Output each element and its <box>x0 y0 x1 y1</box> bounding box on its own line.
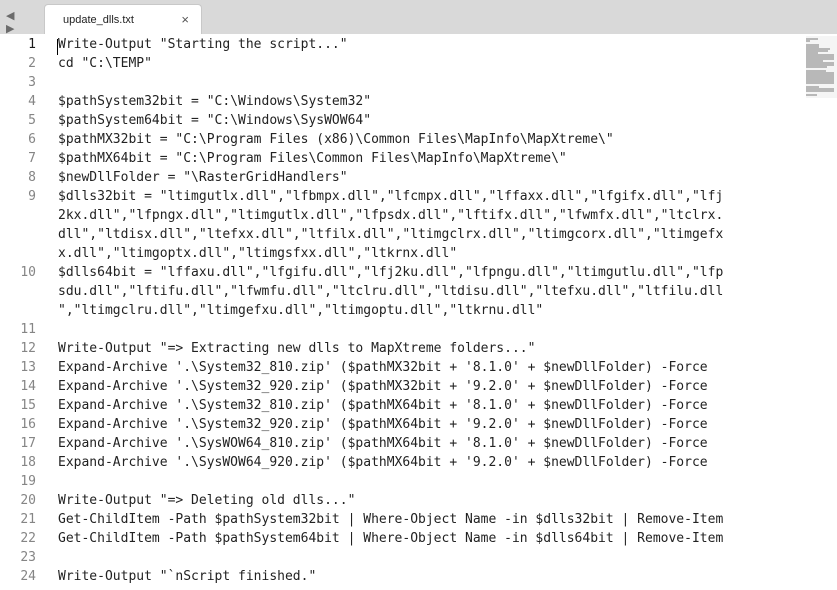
code-line[interactable]: $pathSystem32bit = "C:\Windows\System32" <box>58 92 371 111</box>
code-line[interactable]: Expand-Archive '.\SysWOW64_920.zip' ($pa… <box>58 453 708 472</box>
line-number: 8 <box>28 170 36 185</box>
line-number: 24 <box>20 569 36 584</box>
line-number: 11 <box>20 322 36 337</box>
line-number: 6 <box>28 132 36 147</box>
minimap-line <box>806 90 834 92</box>
line-number <box>0 282 36 301</box>
line-number: 7 <box>28 151 36 166</box>
line-number-gutter: 1 2 3 4 5 6 7 8 9 10 11 12 13 14 15 16 17 18 19 20 21 22 23 24 <box>0 34 48 590</box>
minimap-line <box>806 40 810 42</box>
tab-update-dlls[interactable]: update_dlls.txt × <box>44 4 202 34</box>
minimap[interactable] <box>806 38 836 96</box>
code-line[interactable]: Get-ChildItem -Path $pathSystem64bit | W… <box>58 529 723 548</box>
line-number: 18 <box>20 455 36 470</box>
tab-bar: ◀ ▶ update_dlls.txt × <box>0 0 837 35</box>
code-line[interactable]: $pathMX64bit = "C:\Program Files\Common … <box>58 149 567 168</box>
minimap-line <box>806 82 834 84</box>
minimap-line <box>806 66 827 68</box>
text-caret <box>57 39 58 55</box>
line-number: 16 <box>20 417 36 432</box>
line-number: 20 <box>20 493 36 508</box>
code-line[interactable]: x.dll","ltimgoptx.dll","ltimgsfxx.dll","… <box>58 244 457 263</box>
code-line[interactable]: $dlls32bit = "ltimgutlx.dll","lfbmpx.dll… <box>58 187 723 206</box>
code-line[interactable]: Expand-Archive '.\System32_810.zip' ($pa… <box>58 396 708 415</box>
tab-nav-arrows[interactable]: ◀ ▶ <box>6 9 32 35</box>
line-number: 23 <box>20 550 36 565</box>
line-number: 19 <box>20 474 36 489</box>
code-line[interactable]: $pathMX32bit = "C:\Program Files (x86)\C… <box>58 130 614 149</box>
line-number: 17 <box>20 436 36 451</box>
code-line[interactable]: Write-Output "=> Extracting new dlls to … <box>58 339 535 358</box>
tab-label: update_dlls.txt <box>63 14 134 26</box>
code-line[interactable]: Write-Output "=> Deleting old dlls..." <box>58 491 355 510</box>
line-number: 21 <box>20 512 36 527</box>
line-number: 14 <box>20 379 36 394</box>
code-line[interactable]: $pathSystem64bit = "C:\Windows\SysWOW64" <box>58 111 371 130</box>
line-number: 5 <box>28 113 36 128</box>
line-number: 12 <box>20 341 36 356</box>
minimap-line <box>806 94 817 96</box>
code-line[interactable]: Expand-Archive '.\System32_920.zip' ($pa… <box>58 415 708 434</box>
code-line[interactable]: Write-Output "Starting the script..." <box>58 35 348 54</box>
code-line[interactable]: cd "C:\TEMP" <box>58 54 152 73</box>
line-number: 4 <box>28 94 36 109</box>
line-number: 15 <box>20 398 36 413</box>
code-line[interactable]: Expand-Archive '.\System32_810.zip' ($pa… <box>58 358 708 377</box>
code-line[interactable]: Expand-Archive '.\SysWOW64_810.zip' ($pa… <box>58 434 708 453</box>
line-number <box>0 225 36 244</box>
line-number <box>0 244 36 263</box>
line-number <box>0 206 36 225</box>
line-number <box>0 301 36 320</box>
code-line[interactable]: sdu.dll","lftifu.dll","lfwmfu.dll","ltcl… <box>58 282 723 301</box>
code-line[interactable]: $newDllFolder = "\RasterGridHandlers" <box>58 168 348 187</box>
line-number: 10 <box>20 265 36 280</box>
code-line[interactable]: Get-ChildItem -Path $pathSystem32bit | W… <box>58 510 723 529</box>
code-line[interactable]: ","ltimgclru.dll","ltimgefxu.dll","ltimg… <box>58 301 543 320</box>
code-editor[interactable]: 1 2 3 4 5 6 7 8 9 10 11 12 13 14 15 16 17 18 19 20 21 22 23 24 … <box>0 34 837 590</box>
code-line[interactable]: Expand-Archive '.\System32_920.zip' ($pa… <box>58 377 708 396</box>
line-number: 2 <box>28 56 36 71</box>
line-number: 9 <box>28 189 36 204</box>
code-line[interactable]: 2kx.dll","lfpngx.dll","ltimgutlx.dll","l… <box>58 206 723 225</box>
line-number: 1 <box>28 37 36 52</box>
line-number: 3 <box>28 75 36 90</box>
code-line[interactable]: Write-Output "`nScript finished." <box>58 567 316 586</box>
code-line[interactable]: $dlls64bit = "lffaxu.dll","lfgifu.dll","… <box>58 263 723 282</box>
code-line[interactable]: dll","ltdisx.dll","ltefxx.dll","ltfilx.d… <box>58 225 723 244</box>
close-icon[interactable]: × <box>181 12 189 27</box>
line-number: 13 <box>20 360 36 375</box>
line-number: 22 <box>20 531 36 546</box>
